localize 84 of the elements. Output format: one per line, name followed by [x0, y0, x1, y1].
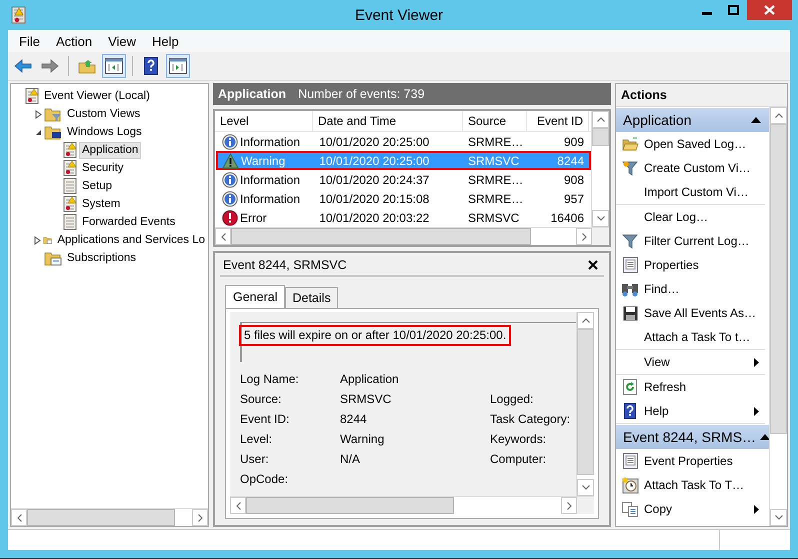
menu-item[interactable]: View	[100, 34, 144, 48]
field-value: Warning	[340, 432, 384, 446]
source-cell-text: SRMRE…	[466, 192, 524, 206]
event-row[interactable]: Information 10/01/2020 20:15:08 SRMRE… 957	[216, 189, 591, 208]
event-row[interactable]: Information 10/01/2020 20:25:00 SRMRE… 909	[216, 132, 591, 151]
tree-item[interactable]: Subscriptions	[64, 250, 140, 266]
command-link[interactable]: Refresh	[616, 375, 765, 399]
level-cell: Error	[240, 210, 267, 224]
field-value: SRMSVC	[340, 392, 392, 406]
section-title: Event 8244, SRMS…	[623, 429, 756, 445]
log-title: Application	[218, 87, 286, 101]
command-link[interactable]: Copy	[616, 497, 765, 521]
command-link[interactable]: Help	[616, 399, 765, 423]
event-id-cell-text: 957	[562, 192, 585, 206]
date-cell-text: 10/01/2020 20:24:37	[318, 172, 430, 186]
command-link[interactable]: Clear Log…	[616, 205, 765, 229]
source-cell-text: SRMRE…	[466, 172, 524, 186]
field-label: User:	[240, 452, 270, 468]
tree-item[interactable]: System	[79, 196, 124, 212]
date-cell-text: 10/01/2020 20:25:00	[318, 134, 430, 148]
source-cell-text: SRMRE…	[466, 134, 524, 148]
date-cell-text: 10/01/2020 20:15:08	[318, 192, 430, 206]
command-link[interactable]: Filter Current Log…	[616, 229, 765, 253]
tree-item[interactable]: Forwarded Events	[79, 214, 178, 230]
tree-item[interactable]: Security	[79, 160, 127, 176]
actions-title: Actions	[616, 84, 787, 107]
field-label: Source:	[240, 392, 282, 408]
event-id-cell-text: 8244	[556, 154, 585, 168]
level-cell: Warning	[241, 154, 286, 168]
level-cell: Information	[240, 192, 300, 206]
field-value: 8244	[340, 412, 367, 426]
command-link[interactable]: Attach Task To T…	[616, 473, 765, 497]
field-label: Log Name:	[240, 372, 300, 388]
event-id-cell-text: 909	[562, 134, 585, 148]
tree-item[interactable]: Event Viewer (Local)	[41, 88, 153, 104]
event-message: 5 files will expire on or after 10/01/2020 20:25:00.	[239, 325, 512, 346]
field-label: Logged:	[490, 392, 534, 406]
field-value: N/A	[340, 452, 360, 466]
tab[interactable]: General	[225, 285, 286, 308]
command-link[interactable]: Find…	[616, 277, 765, 301]
field-label: Task Category:	[490, 412, 570, 426]
tree-item[interactable]: Applications and Services Lo	[54, 232, 208, 248]
command-link[interactable]: Create Custom Vi…	[616, 156, 765, 180]
event-row[interactable]: Information 10/01/2020 20:24:37 SRMRE… 908	[216, 170, 591, 189]
field-value: Application	[340, 372, 399, 386]
command-link[interactable]: Properties	[616, 253, 765, 277]
tree-item[interactable]: Setup	[79, 178, 116, 194]
menu-item[interactable]: File	[11, 34, 48, 48]
level-cell: Information	[240, 172, 300, 186]
date-cell-text: 10/01/2020 20:03:22	[318, 210, 430, 224]
tree-item[interactable]: Custom Views	[64, 106, 144, 122]
source-cell-text: SRMSVC	[466, 210, 520, 224]
field-label: Computer:	[490, 452, 546, 466]
field-label: Keywords:	[490, 432, 546, 446]
event-count: Number of events: 739	[298, 87, 425, 101]
command-link[interactable]: Open Saved Log…	[616, 132, 765, 156]
tab[interactable]: Details	[285, 287, 338, 308]
section-title: Application	[623, 112, 692, 128]
event-id-cell-text: 16406	[550, 210, 585, 224]
event-row[interactable]: Error 10/01/2020 20:03:22 SRMSVC 16406	[216, 208, 591, 227]
date-cell-text: 10/01/2020 20:25:00	[318, 154, 430, 168]
command-link[interactable]: Attach a Task To t…	[616, 325, 765, 349]
event-id-cell-text: 908	[562, 172, 585, 186]
menu-item[interactable]: Action	[48, 34, 100, 48]
event-title: Event 8244, SRMSVC	[223, 258, 347, 272]
section-header[interactable]: Event 8244, SRMS…	[616, 425, 769, 449]
command-link[interactable]: Import Custom Vi…	[616, 180, 765, 204]
column-header[interactable]: Level	[215, 111, 313, 131]
field-label: Event ID:	[240, 412, 290, 428]
command-link[interactable]: Save All Events As…	[616, 301, 765, 325]
level-cell: Information	[240, 134, 300, 148]
menu-item[interactable]: Help	[144, 34, 187, 48]
field-label: Level:	[240, 432, 274, 448]
tree-item[interactable]: Windows Logs	[64, 124, 145, 140]
field-label: OpCode:	[240, 472, 290, 488]
column-header[interactable]: Event ID	[527, 111, 589, 131]
command-link[interactable]: View	[616, 350, 765, 374]
window-title: Event Viewer	[354, 6, 444, 24]
command-link[interactable]: Event Properties	[616, 449, 765, 473]
source-cell-text: SRMSVC	[466, 154, 520, 168]
section-header[interactable]: Application	[616, 108, 769, 132]
column-header[interactable]: Source	[463, 111, 527, 131]
tree-item[interactable]: Application	[79, 142, 142, 158]
column-header[interactable]: Date and Time	[313, 111, 463, 131]
